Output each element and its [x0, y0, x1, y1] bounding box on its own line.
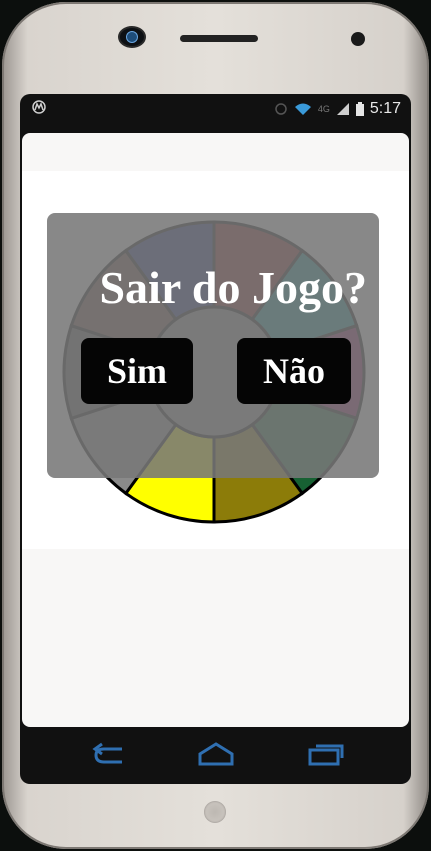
circle-icon — [275, 103, 287, 115]
yes-button[interactable]: Sim — [81, 338, 193, 404]
signal-icon — [336, 103, 349, 115]
no-button[interactable]: Não — [237, 338, 351, 404]
motorola-icon — [32, 100, 46, 117]
battery-icon — [355, 102, 364, 116]
navigation-bar — [22, 728, 409, 783]
proximity-sensor — [351, 32, 365, 46]
status-icons: 4G 5:17 — [274, 100, 401, 118]
home-icon[interactable] — [196, 740, 236, 770]
wifi-icon — [294, 103, 311, 115]
camera-lens — [127, 32, 137, 42]
exit-dialog: Sair do Jogo? Sim Não — [47, 213, 379, 478]
status-bar: 4G 5:17 — [22, 98, 409, 122]
network-type-label: 4G — [317, 104, 330, 114]
status-time: 5:17 — [369, 100, 401, 117]
recent-apps-icon[interactable] — [306, 740, 346, 770]
chin-dimple — [204, 801, 226, 823]
front-camera — [120, 28, 144, 46]
dialog-title: Sair do Jogo? — [99, 262, 367, 313]
earpiece-speaker — [180, 35, 258, 42]
back-icon[interactable] — [92, 740, 132, 770]
